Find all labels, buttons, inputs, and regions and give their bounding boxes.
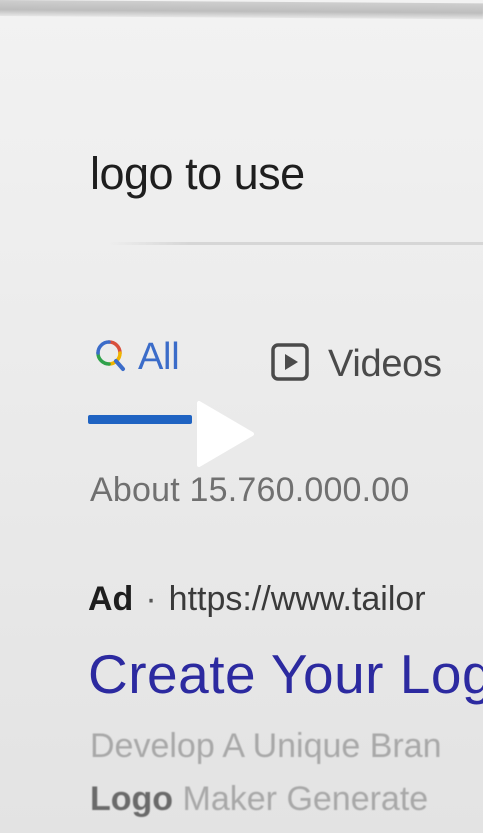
result-stats: About 15.760.000.00 — [90, 471, 410, 509]
tab-all[interactable]: All — [92, 336, 180, 379]
tab-videos-label: Videos — [328, 343, 442, 385]
tab-videos[interactable]: Videos — [270, 342, 442, 387]
ad-description-line: Logo Maker Generate — [90, 780, 428, 819]
ad-title-link[interactable]: Create Your Log — [88, 642, 483, 706]
tab-all-label: All — [138, 336, 180, 378]
screen-top-bezel — [0, 0, 483, 20]
screen: logo to use All Videos About 15.760.000.… — [0, 0, 483, 833]
active-tab-indicator — [88, 415, 192, 424]
video-play-icon — [270, 342, 310, 387]
search-divider — [110, 242, 483, 245]
play-icon[interactable] — [195, 400, 255, 468]
ad-separator: · — [145, 580, 157, 618]
search-query-text[interactable]: logo to use — [90, 148, 305, 200]
ad-description-line: Develop A Unique Bran — [90, 727, 442, 765]
search-icon — [92, 338, 126, 377]
ad-description-bold-term: Logo — [90, 780, 174, 818]
ad-header: Ad · https://www.tailor — [88, 580, 426, 619]
ad-url[interactable]: https://www.tailor — [169, 580, 426, 618]
ad-description-rest: Maker Generate — [182, 780, 429, 818]
ad-badge: Ad — [88, 580, 134, 618]
